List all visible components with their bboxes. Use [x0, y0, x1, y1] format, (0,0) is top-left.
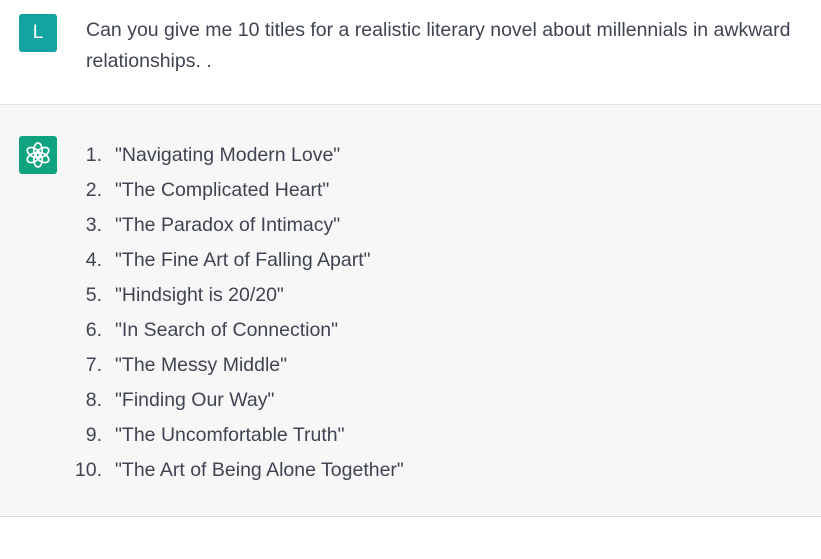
- list-item-number: 9.: [85, 424, 102, 446]
- list-item-number: 5.: [85, 284, 102, 306]
- list-item: 9. "The Uncomfortable Truth": [66, 418, 404, 453]
- user-message: L Can you give me 10 titles for a realis…: [0, 0, 821, 105]
- list-item-text: "Navigating Modern Love": [115, 144, 341, 166]
- list-item-text: "The Uncomfortable Truth": [115, 424, 345, 446]
- list-item-number: 7.: [85, 354, 102, 376]
- list-item-text: "Hindsight is 20/20": [115, 284, 284, 306]
- list-item: 2. "The Complicated Heart": [66, 173, 404, 208]
- list-item-number: 10.: [74, 459, 102, 481]
- list-item-text: "The Complicated Heart": [115, 179, 330, 201]
- list-item-text: "The Paradox of Intimacy": [115, 214, 341, 236]
- list-item-number: 6.: [85, 319, 102, 341]
- user-message-text: Can you give me 10 titles for a realisti…: [86, 19, 791, 72]
- list-item: 10. "The Art of Being Alone Together": [66, 453, 404, 488]
- list-item: 6. "In Search of Connection": [66, 313, 404, 348]
- list-item-text: "Finding Our Way": [115, 389, 275, 411]
- assistant-message: 1. "Navigating Modern Love" 2. "The Compli…: [0, 105, 821, 517]
- list-item-text: "The Art of Being Alone Together": [115, 459, 404, 481]
- list-item: 4. "The Fine Art of Falling Apart": [66, 243, 404, 278]
- user-avatar: L: [19, 14, 57, 52]
- list-item-number: 4.: [85, 249, 102, 271]
- list-item-text: "The Messy Middle": [115, 354, 288, 376]
- list-item-number: 8.: [85, 389, 102, 411]
- list-item-number: 2.: [85, 179, 102, 201]
- title-list: 1. "Navigating Modern Love" 2. "The Compli…: [66, 138, 404, 488]
- list-item-number: 1.: [85, 144, 102, 166]
- list-item: 3. "The Paradox of Intimacy": [66, 208, 404, 243]
- list-item: 1. "Navigating Modern Love": [66, 138, 404, 173]
- list-item-text: "In Search of Connection": [115, 319, 339, 341]
- openai-logo-icon: [26, 142, 50, 168]
- list-item-number: 3.: [85, 214, 102, 236]
- assistant-avatar: [19, 136, 57, 174]
- list-item: 8. "Finding Our Way": [66, 383, 404, 418]
- list-item-text: "The Fine Art of Falling Apart": [115, 249, 371, 271]
- list-item: 7. "The Messy Middle": [66, 348, 404, 383]
- list-item: 5. "Hindsight is 20/20": [66, 278, 404, 313]
